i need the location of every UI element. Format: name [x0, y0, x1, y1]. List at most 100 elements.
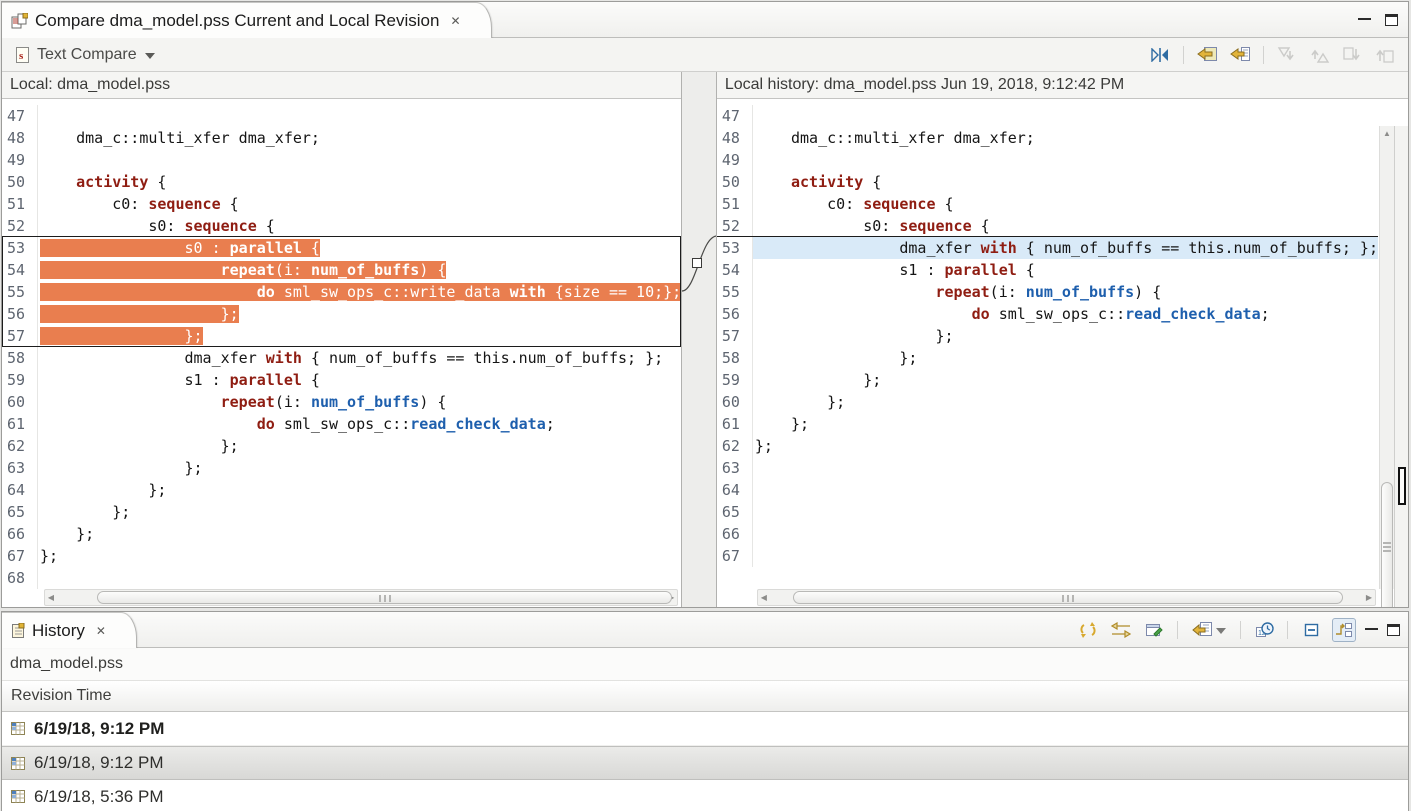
code-line[interactable]: 49 — [717, 149, 1408, 171]
maximize-icon[interactable] — [1387, 624, 1400, 636]
code-line[interactable]: 49 — [2, 149, 681, 171]
code-line[interactable]: 67 — [717, 545, 1408, 567]
code-line[interactable]: 47 — [2, 105, 681, 127]
viewer-switch-dropdown[interactable]: s Text Compare — [10, 44, 161, 66]
line-number: 67 — [717, 545, 753, 567]
code-line[interactable]: 66 }; — [2, 523, 681, 545]
code-line[interactable]: 62 }; — [2, 435, 681, 457]
scroll-up-icon[interactable]: ▲ — [1381, 126, 1393, 141]
left-horizontal-scrollbar[interactable]: ◀ ▶ — [44, 589, 678, 606]
pin-editor-icon[interactable] — [1142, 618, 1166, 642]
code-line[interactable]: 52 s0: sequence { — [717, 215, 1408, 237]
line-number: 63 — [717, 457, 753, 479]
code-line[interactable]: 60 }; — [717, 391, 1408, 413]
revision-row[interactable]: 6/19/18, 5:36 PM — [2, 780, 1408, 811]
replace-with-dropdown-icon[interactable] — [1189, 618, 1229, 642]
code-line[interactable]: 58 dma_xfer with { num_of_buffs == this.… — [2, 347, 681, 369]
refresh-icon[interactable] — [1076, 618, 1100, 642]
left-code-editor[interactable]: 4748 dma_c::multi_xfer dma_xfer;4950 act… — [2, 99, 681, 607]
scrollbar-thumb[interactable] — [1381, 482, 1393, 607]
line-number: 56 — [2, 303, 38, 325]
history-file-label-row: dma_model.pss — [2, 648, 1408, 681]
code-line[interactable]: 64 — [717, 479, 1408, 501]
code-line[interactable]: 54 s1 : parallel { — [717, 259, 1408, 281]
right-code-editor[interactable]: 4748 dma_c::multi_xfer dma_xfer;4950 act… — [717, 99, 1408, 607]
code-line[interactable]: 47 — [717, 105, 1408, 127]
code-line[interactable]: 64 }; — [2, 479, 681, 501]
scroll-left-icon[interactable]: ◀ — [758, 590, 770, 605]
code-line[interactable]: 65 — [717, 501, 1408, 523]
group-by-date-icon[interactable] — [1332, 618, 1356, 642]
code-line[interactable]: 51 c0: sequence { — [2, 193, 681, 215]
diff-overview-marker[interactable] — [1398, 467, 1406, 505]
line-number: 52 — [717, 215, 753, 237]
code-line[interactable]: 55 do sml_sw_ops_c::write_data with {siz… — [2, 281, 681, 303]
code-line[interactable]: 53 s0 : parallel { — [2, 237, 681, 259]
code-line[interactable]: 61 }; — [717, 413, 1408, 435]
revision-row[interactable]: 6/19/18, 9:12 PM — [2, 746, 1408, 780]
code-line[interactable]: 61 do sml_sw_ops_c::read_check_data; — [2, 413, 681, 435]
scrollbar-thumb[interactable] — [793, 591, 1343, 604]
code-line[interactable]: 51 c0: sequence { — [717, 193, 1408, 215]
revision-icon — [11, 757, 25, 770]
code-line[interactable]: 54 repeat(i: num_of_buffs) { — [2, 259, 681, 281]
code-line[interactable]: 59 }; — [717, 369, 1408, 391]
tab-history[interactable]: History ✕ — [2, 612, 137, 648]
line-number: 60 — [717, 391, 753, 413]
code-line[interactable]: 48 dma_c::multi_xfer dma_xfer; — [717, 127, 1408, 149]
compare-body: Local: dma_model.pss 4748 dma_c::multi_x… — [2, 72, 1408, 607]
close-icon[interactable]: ✕ — [450, 15, 460, 27]
code-line[interactable]: 68 — [2, 567, 681, 589]
code-line[interactable]: 63 — [717, 457, 1408, 479]
code-line[interactable]: 57 }; — [2, 325, 681, 347]
copy-all-right-to-left-icon[interactable] — [1195, 43, 1219, 67]
revision-time-column-header[interactable]: Revision Time — [2, 681, 1408, 712]
line-number: 68 — [2, 567, 38, 589]
code-line[interactable]: 53 dma_xfer with { num_of_buffs == this.… — [717, 237, 1408, 259]
line-number: 56 — [717, 303, 753, 325]
code-line[interactable]: 66 — [717, 523, 1408, 545]
column-header-label: Revision Time — [11, 687, 111, 705]
line-number: 65 — [717, 501, 753, 523]
line-number: 55 — [717, 281, 753, 303]
scroll-right-icon[interactable]: ▶ — [1363, 590, 1375, 605]
history-file-label: dma_model.pss — [10, 655, 123, 673]
code-line[interactable]: 48 dma_c::multi_xfer dma_xfer; — [2, 127, 681, 149]
line-number: 55 — [2, 281, 38, 303]
line-number: 47 — [717, 105, 753, 127]
revision-row[interactable]: 6/19/18, 9:12 PM — [2, 712, 1408, 746]
code-line[interactable]: 60 repeat(i: num_of_buffs) { — [2, 391, 681, 413]
scroll-left-icon[interactable]: ◀ — [45, 590, 57, 605]
right-vertical-scrollbar[interactable]: ▲ ▼ — [1379, 126, 1394, 589]
diff-overview-ruler[interactable] — [1394, 126, 1408, 607]
code-line[interactable]: 50 activity { — [2, 171, 681, 193]
swap-left-right-icon[interactable] — [1148, 43, 1172, 67]
date-time-format-icon[interactable]: 12 — [1252, 618, 1276, 642]
code-line[interactable]: 56 }; — [2, 303, 681, 325]
code-line[interactable]: 56 do sml_sw_ops_c::read_check_data; — [717, 303, 1408, 325]
code-line[interactable]: 65 }; — [2, 501, 681, 523]
right-horizontal-scrollbar[interactable]: ◀ ▶ — [757, 589, 1376, 606]
code-line[interactable]: 67}; — [2, 545, 681, 567]
line-number: 54 — [717, 259, 753, 281]
scrollbar-thumb[interactable] — [97, 591, 672, 604]
close-icon[interactable]: ✕ — [96, 625, 106, 637]
code-line[interactable]: 62}; — [717, 435, 1408, 457]
code-line[interactable]: 50 activity { — [717, 171, 1408, 193]
code-line[interactable]: 58 }; — [717, 347, 1408, 369]
tab-compare-editor[interactable]: Compare dma_model.pss Current and Local … — [2, 2, 492, 38]
maximize-icon[interactable] — [1385, 14, 1398, 26]
code-line[interactable]: 63 }; — [2, 457, 681, 479]
code-line[interactable]: 57 }; — [717, 325, 1408, 347]
collapse-all-icon[interactable] — [1299, 618, 1323, 642]
copy-current-change-right-to-left-icon[interactable] — [1228, 43, 1252, 67]
compare-toolbar-buttons — [1148, 38, 1398, 72]
code-line[interactable]: 59 s1 : parallel { — [2, 369, 681, 391]
code-line[interactable]: 55 repeat(i: num_of_buffs) { — [717, 281, 1408, 303]
code-line[interactable]: 52 s0: sequence { — [2, 215, 681, 237]
diff-handle[interactable] — [693, 259, 702, 268]
link-with-editor-icon[interactable] — [1109, 618, 1133, 642]
previous-change-icon — [1374, 43, 1398, 67]
revision-time-label: 6/19/18, 9:12 PM — [34, 719, 164, 739]
history-toolbar-buttons: 12 — [1076, 612, 1400, 648]
